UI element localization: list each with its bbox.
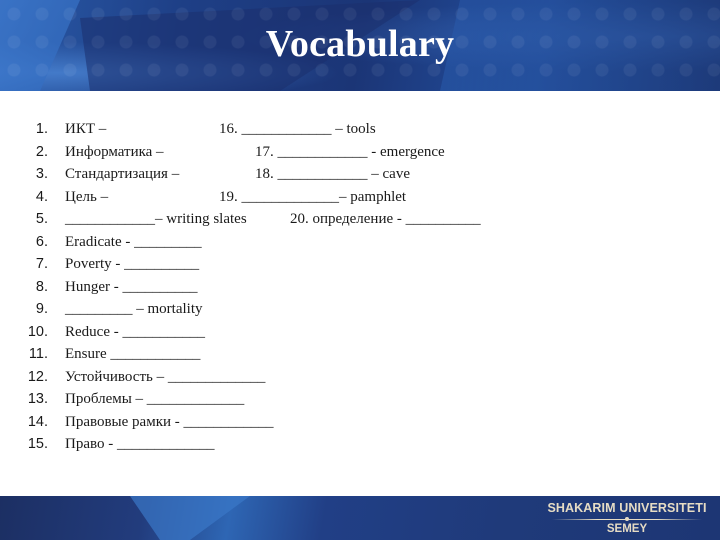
list-item: 3. Стандартизация – 18. ____________ – c… xyxy=(0,163,720,185)
item-number: 3. xyxy=(35,166,48,182)
item-text: Poverty - __________ xyxy=(65,256,200,272)
item-text-col2: 18. ____________ – cave xyxy=(255,166,410,182)
item-text: Право - _____________ xyxy=(65,436,215,452)
item-number: 12. xyxy=(27,368,48,385)
item-text-col2: 17. ____________ - emergence xyxy=(255,143,445,160)
brand-divider xyxy=(552,516,702,522)
list-item: 5. ____________– writing slates 20. опре… xyxy=(0,208,720,230)
item-text: _________ – mortality xyxy=(65,301,203,317)
item-text: ____________– writing slates xyxy=(65,211,247,227)
list-item: 14. Правовые рамки - ____________ xyxy=(0,411,720,433)
item-text-col2: 19. _____________– pamphlet xyxy=(219,188,407,205)
brand-city: SEMEY xyxy=(606,523,648,535)
item-text: ИКТ – xyxy=(65,121,107,137)
item-number: 9. xyxy=(35,301,48,317)
university-logo: SHAKARIM UNIVERSITETI SEMEY xyxy=(542,501,712,535)
item-number: 13. xyxy=(27,391,48,407)
item-text: Устойчивость – _____________ xyxy=(65,368,266,385)
item-text-col2: 20. определение - __________ xyxy=(290,211,481,227)
list-item: 15. Право - _____________ xyxy=(0,433,720,455)
item-number: 5. xyxy=(35,211,48,227)
item-text: Reduce - ___________ xyxy=(65,323,205,340)
item-text: Проблемы – _____________ xyxy=(65,391,245,407)
item-text: Hunger - __________ xyxy=(65,278,198,295)
item-number: 4. xyxy=(35,188,48,205)
list-item: 7. Poverty - __________ xyxy=(0,253,720,275)
list-item: 4. Цель – 19. _____________– pamphlet xyxy=(0,186,720,208)
list-item: 2. Информатика – 17. ____________ - emer… xyxy=(0,141,720,163)
item-text: Цель – xyxy=(65,188,109,205)
item-number: 15. xyxy=(27,436,48,452)
item-text: Правовые рамки - ____________ xyxy=(65,413,274,430)
item-text: Стандартизация – xyxy=(65,166,180,182)
list-item: 1. ИКТ – 16. ____________ – tools xyxy=(0,118,720,140)
item-number: 14. xyxy=(27,413,48,430)
item-number: 10. xyxy=(27,323,48,340)
item-text: Ensure ____________ xyxy=(65,346,201,362)
item-text: Информатика – xyxy=(65,143,164,160)
item-number: 1. xyxy=(35,121,48,137)
list-item: 9. _________ – mortality xyxy=(0,298,720,320)
item-number: 8. xyxy=(35,278,48,295)
footer-ornament xyxy=(130,496,250,540)
dot-icon xyxy=(625,517,629,521)
item-text: Eradicate - _________ xyxy=(65,233,202,250)
item-number: 6. xyxy=(35,233,48,250)
slide-footer: SHAKARIM UNIVERSITETI SEMEY xyxy=(0,496,720,540)
list-item: 8. Hunger - __________ xyxy=(0,276,720,298)
slide-title: Vocabulary xyxy=(265,23,455,65)
list-item: 11. Ensure ____________ xyxy=(0,343,720,365)
item-number: 11. xyxy=(28,346,48,362)
item-number: 2. xyxy=(35,143,48,160)
list-item: 6. Eradicate - _________ xyxy=(0,231,720,253)
list-item: 12. Устойчивость – _____________ xyxy=(0,366,720,388)
list-item: 10. Reduce - ___________ xyxy=(0,321,720,343)
item-text-col2: 16. ____________ – tools xyxy=(219,121,376,137)
brand-name: SHAKARIM UNIVERSITETI xyxy=(547,501,707,515)
list-item: 13. Проблемы – _____________ xyxy=(0,388,720,410)
item-number: 7. xyxy=(35,256,48,272)
slide-header: Vocabulary xyxy=(0,0,720,91)
